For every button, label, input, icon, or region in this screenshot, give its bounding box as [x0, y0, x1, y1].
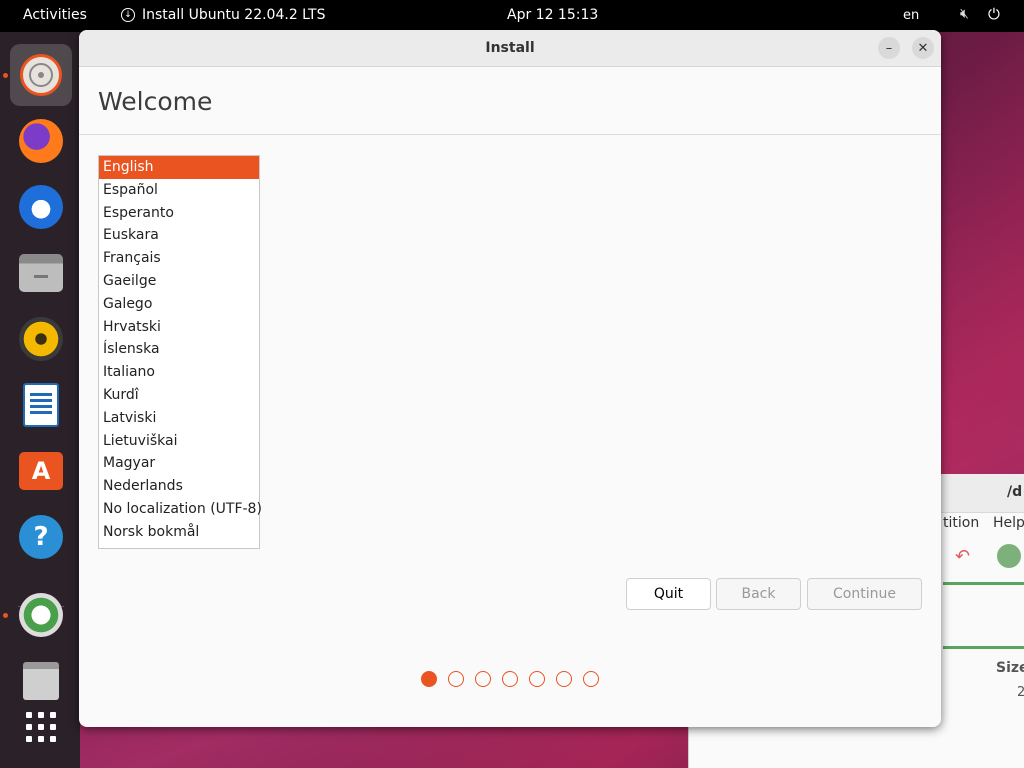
partition-bar: [943, 582, 1024, 585]
minimize-icon: –: [885, 40, 893, 56]
language-item[interactable]: Íslenska: [99, 338, 259, 361]
divider: [79, 134, 941, 135]
dock-item-thunderbird[interactable]: [10, 176, 72, 238]
rhythmbox-icon: [19, 317, 63, 361]
step-dot: [556, 671, 572, 687]
language-item[interactable]: Hrvatski: [99, 316, 259, 339]
language-item[interactable]: Kurdî: [99, 384, 259, 407]
app-indicator[interactable]: ↓ Install Ubuntu 22.04.2 LTS: [121, 7, 325, 23]
activities-button[interactable]: Activities: [23, 7, 87, 23]
language-item[interactable]: Français: [99, 247, 259, 270]
language-item[interactable]: Lietuviškai: [99, 430, 259, 453]
language-item[interactable]: Euskara: [99, 224, 259, 247]
language-item[interactable]: Norsk bokmål: [99, 521, 259, 544]
size-column-header[interactable]: Size: [996, 660, 1024, 676]
language-item[interactable]: Latviski: [99, 407, 259, 430]
clock[interactable]: Apr 12 15:13: [507, 7, 598, 23]
language-item[interactable]: Galego: [99, 293, 259, 316]
menu-help[interactable]: Help: [993, 515, 1024, 531]
close-button[interactable]: ✕: [912, 37, 934, 59]
dock: A ?: [0, 32, 80, 768]
quit-button[interactable]: Quit: [626, 578, 711, 610]
running-indicator: [3, 613, 8, 618]
installer-window: Install – ✕ Welcome English Español Espe…: [79, 30, 941, 727]
language-item[interactable]: Español: [99, 179, 259, 202]
language-item[interactable]: Esperanto: [99, 202, 259, 225]
thunderbird-icon: [19, 185, 63, 229]
dock-item-installer[interactable]: [10, 44, 72, 106]
trash-icon: [23, 662, 59, 700]
language-item[interactable]: Italiano: [99, 361, 259, 384]
partition-bar: [943, 646, 1024, 649]
continue-button[interactable]: Continue: [807, 578, 922, 610]
gparted-icon: [19, 593, 63, 637]
size-value: 2: [1017, 685, 1024, 700]
step-dot: [583, 671, 599, 687]
dock-item-firefox[interactable]: [10, 110, 72, 172]
running-indicator: [3, 73, 8, 78]
language-list[interactable]: English Español Esperanto Euskara França…: [98, 155, 262, 549]
speaker-muted-icon[interactable]: 🔇︎: [960, 6, 969, 22]
installer-titlebar[interactable]: Install – ✕: [79, 30, 941, 67]
language-item-selected[interactable]: English: [99, 156, 259, 179]
background-window-title: /d: [1007, 484, 1023, 500]
back-button[interactable]: Back: [716, 578, 801, 610]
dock-item-rhythmbox[interactable]: [10, 308, 72, 370]
dock-item-gparted[interactable]: [10, 584, 72, 646]
language-item[interactable]: Magyar: [99, 452, 259, 475]
apply-icon[interactable]: [997, 544, 1021, 568]
dock-item-help[interactable]: ?: [10, 506, 72, 568]
power-icon[interactable]: ⏻: [988, 5, 1000, 23]
app-center-icon: A: [19, 452, 63, 490]
dock-item-show-apps[interactable]: [10, 696, 72, 758]
step-dot-current: [421, 671, 437, 687]
app-indicator-label: Install Ubuntu 22.04.2 LTS: [142, 7, 326, 23]
files-icon: [19, 254, 63, 292]
keyboard-language-indicator[interactable]: en: [903, 8, 919, 23]
step-dot: [502, 671, 518, 687]
undo-icon[interactable]: ↶: [955, 546, 970, 567]
ubuntu-installer-icon: [20, 54, 62, 96]
minimize-button[interactable]: –: [878, 37, 900, 59]
help-icon: ?: [19, 515, 63, 559]
step-indicator: [421, 671, 599, 687]
step-dot: [529, 671, 545, 687]
dock-item-software[interactable]: A: [10, 440, 72, 502]
language-item[interactable]: No localization (UTF-8): [99, 498, 262, 521]
firefox-icon: [19, 119, 63, 163]
step-dot: [475, 671, 491, 687]
top-bar: Activities ↓ Install Ubuntu 22.04.2 LTS …: [0, 0, 1024, 32]
dock-item-files[interactable]: [10, 242, 72, 304]
step-dot: [448, 671, 464, 687]
language-item[interactable]: Nederlands: [99, 475, 259, 498]
app-grid-icon: [26, 712, 56, 742]
dock-item-writer[interactable]: [10, 374, 72, 436]
close-icon: ✕: [917, 40, 929, 56]
language-item[interactable]: Gaeilge: [99, 270, 259, 293]
window-title: Install: [485, 40, 535, 56]
menu-partition[interactable]: tition: [943, 515, 979, 531]
download-indicator-icon: ↓: [121, 8, 135, 22]
page-title: Welcome: [98, 87, 213, 116]
libreoffice-writer-icon: [23, 383, 59, 427]
